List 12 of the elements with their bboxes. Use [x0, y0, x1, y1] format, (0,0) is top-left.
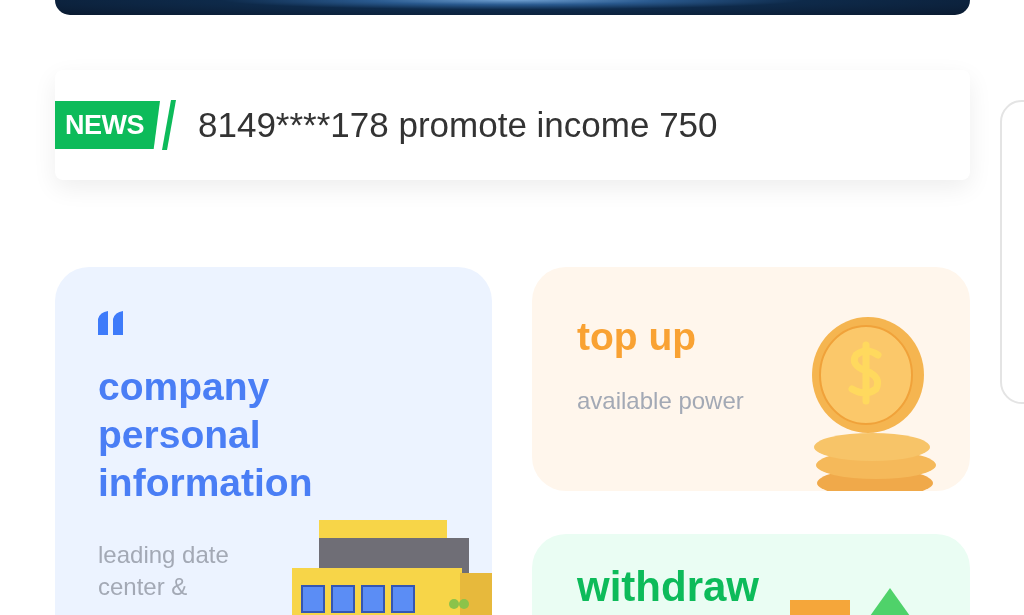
card-title: top up: [577, 314, 698, 360]
card-subtitle: available power: [577, 387, 745, 415]
quote-icon: [98, 311, 126, 335]
news-badge: NEWS: [55, 101, 160, 149]
menu-card[interactable]: withdraw: [532, 534, 970, 615]
slash-icon: [162, 100, 176, 150]
card-title: withdraw: [577, 564, 759, 610]
card-title: company personal information: [98, 364, 314, 506]
menu-card[interactable]: company personal information leading date center &: [55, 267, 492, 615]
news-message: 8149****178 promote income 750: [198, 105, 718, 145]
card-subtitle: leading date center &: [98, 540, 230, 602]
menu-card[interactable]: top up available power: [532, 267, 970, 491]
